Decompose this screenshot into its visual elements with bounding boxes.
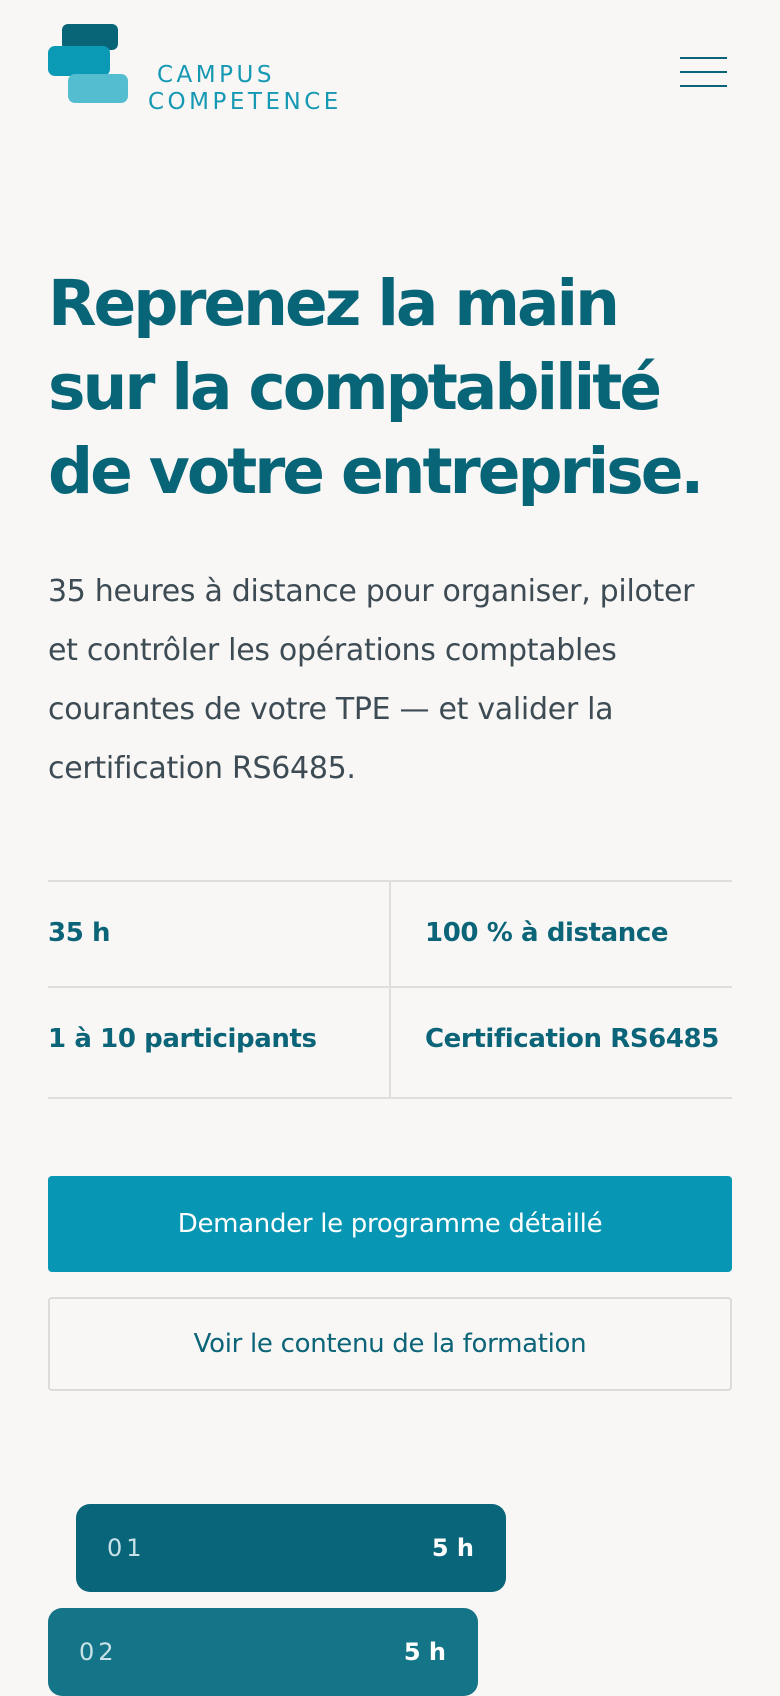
stacked-bars-logo-icon (48, 24, 128, 103)
module-duration: 5 h (403, 1638, 446, 1666)
hero-title: Reprenez la main sur la comptabilité de … (48, 262, 748, 514)
module-card[interactable]: 01 5 h (76, 1504, 506, 1592)
brand-logo[interactable]: CAMPUS COMPETENCE (48, 24, 348, 115)
fact-participants: 1 à 10 participants (48, 1024, 317, 1054)
hamburger-menu-icon[interactable] (678, 55, 728, 89)
hero-lead-line-1: 35 heures à distance pour organiser, pil… (48, 574, 695, 609)
view-content-button[interactable]: Voir le contenu de la formation (48, 1297, 732, 1391)
hero-title-line-2: sur la comptabilité (48, 351, 662, 424)
hero-lead-line-2: et contrôler les opérations comptables (48, 633, 617, 668)
brand-line-1: CAMPUS (157, 62, 275, 88)
hero-lead-line-4: certification RS6485. (48, 751, 356, 786)
hero-lead: 35 heures à distance pour organiser, pil… (48, 562, 748, 798)
brand-wordmark: CAMPUS COMPETENCE (148, 62, 408, 116)
site-header: CAMPUS COMPETENCE (0, 0, 780, 150)
hero-title-line-1: Reprenez la main (48, 267, 620, 340)
fact-certification: Certification RS6485 (425, 1024, 719, 1054)
hero-title-line-3: de votre entreprise. (48, 435, 704, 508)
fact-remote: 100 % à distance (425, 918, 669, 948)
request-program-button[interactable]: Demander le programme détaillé (48, 1176, 732, 1272)
brand-line-2: COMPETENCE (148, 89, 342, 115)
key-facts-grid: 35 h 100 % à distance 1 à 10 participant… (48, 880, 732, 1099)
module-number: 02 (79, 1638, 118, 1666)
module-card[interactable]: 02 5 h (48, 1608, 478, 1696)
module-duration: 5 h (431, 1534, 474, 1562)
fact-duration: 35 h (48, 918, 111, 948)
grid-divider-vertical (389, 882, 391, 1097)
grid-divider-horizontal (48, 986, 732, 988)
module-number: 01 (107, 1534, 146, 1562)
hero-lead-line-3: courantes de votre TPE — et valider la (48, 692, 614, 727)
